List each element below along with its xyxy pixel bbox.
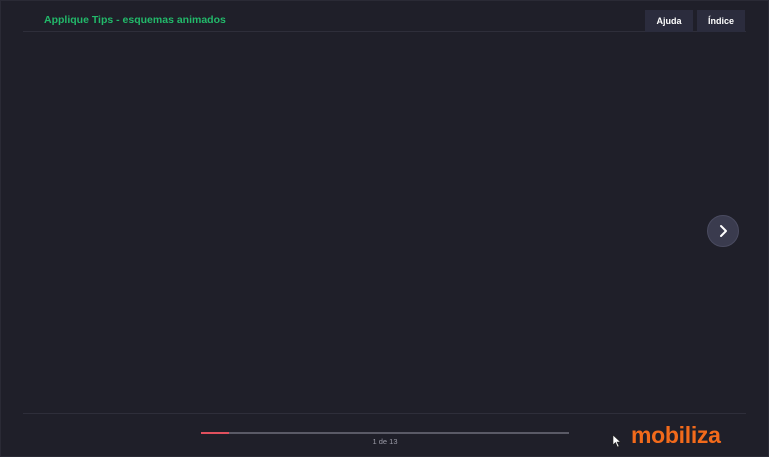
mouse-cursor-icon bbox=[612, 434, 622, 448]
mobiliza-logo: mobiliza bbox=[631, 422, 721, 448]
index-button[interactable]: Índice bbox=[697, 10, 745, 32]
chevron-right-icon bbox=[720, 225, 727, 237]
page-counter: 1 de 13 bbox=[372, 437, 398, 446]
help-button[interactable]: Ajuda bbox=[645, 10, 693, 32]
progress-bar[interactable] bbox=[201, 432, 569, 434]
next-slide-button[interactable] bbox=[707, 215, 739, 247]
content-stage bbox=[23, 33, 746, 412]
progress-fill bbox=[201, 432, 230, 434]
footer-divider bbox=[23, 413, 746, 414]
app-frame: Applique Tips - esquemas animados Ajuda … bbox=[0, 0, 769, 457]
header-bar: Applique Tips - esquemas animados Ajuda … bbox=[23, 9, 746, 32]
page-title: Applique Tips - esquemas animados bbox=[44, 14, 226, 26]
